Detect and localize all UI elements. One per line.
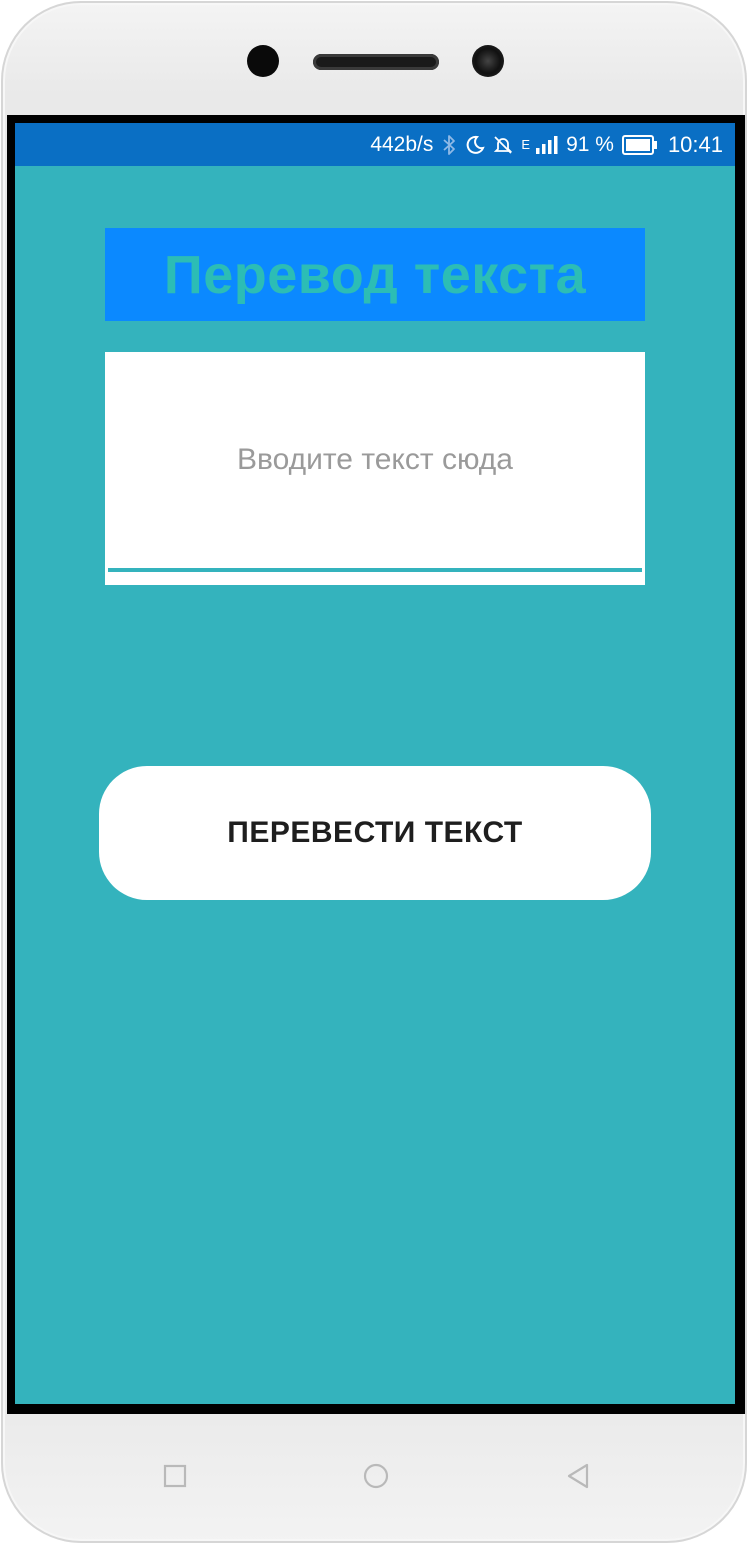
home-circle-icon[interactable] [360, 1460, 392, 1492]
back-triangle-icon[interactable] [563, 1460, 595, 1492]
text-input[interactable] [105, 352, 645, 568]
text-input-container [105, 352, 645, 585]
title-banner: Перевод текста [105, 228, 645, 321]
page-title: Перевод текста [163, 244, 587, 305]
status-icons: 442b/s E 91 % 10:41 [370, 123, 723, 166]
status-bar: 442b/s E 91 % 10:41 [15, 123, 735, 166]
moon-icon [465, 135, 486, 155]
navigation-bar [7, 1414, 745, 1536]
battery-icon [621, 134, 658, 155]
status-clock: 10:41 [667, 132, 723, 157]
recents-square-icon[interactable] [159, 1460, 191, 1492]
translate-button[interactable]: ПЕРЕВЕСТИ ТЕКСТ [99, 766, 651, 900]
battery-percent: 91 % [566, 133, 614, 156]
muted-bell-icon [493, 135, 513, 155]
signal-icon [536, 135, 558, 154]
app-screen: 442b/s E 91 % 10:41 Перевод текста Вводи… [15, 123, 735, 1404]
proximity-sensor [472, 45, 504, 77]
earpiece-speaker [313, 54, 439, 70]
network-type: E [521, 137, 531, 152]
bluetooth-icon [441, 134, 457, 156]
front-camera [247, 45, 279, 77]
network-speed: 442b/s [370, 133, 434, 156]
input-underline [108, 568, 642, 572]
